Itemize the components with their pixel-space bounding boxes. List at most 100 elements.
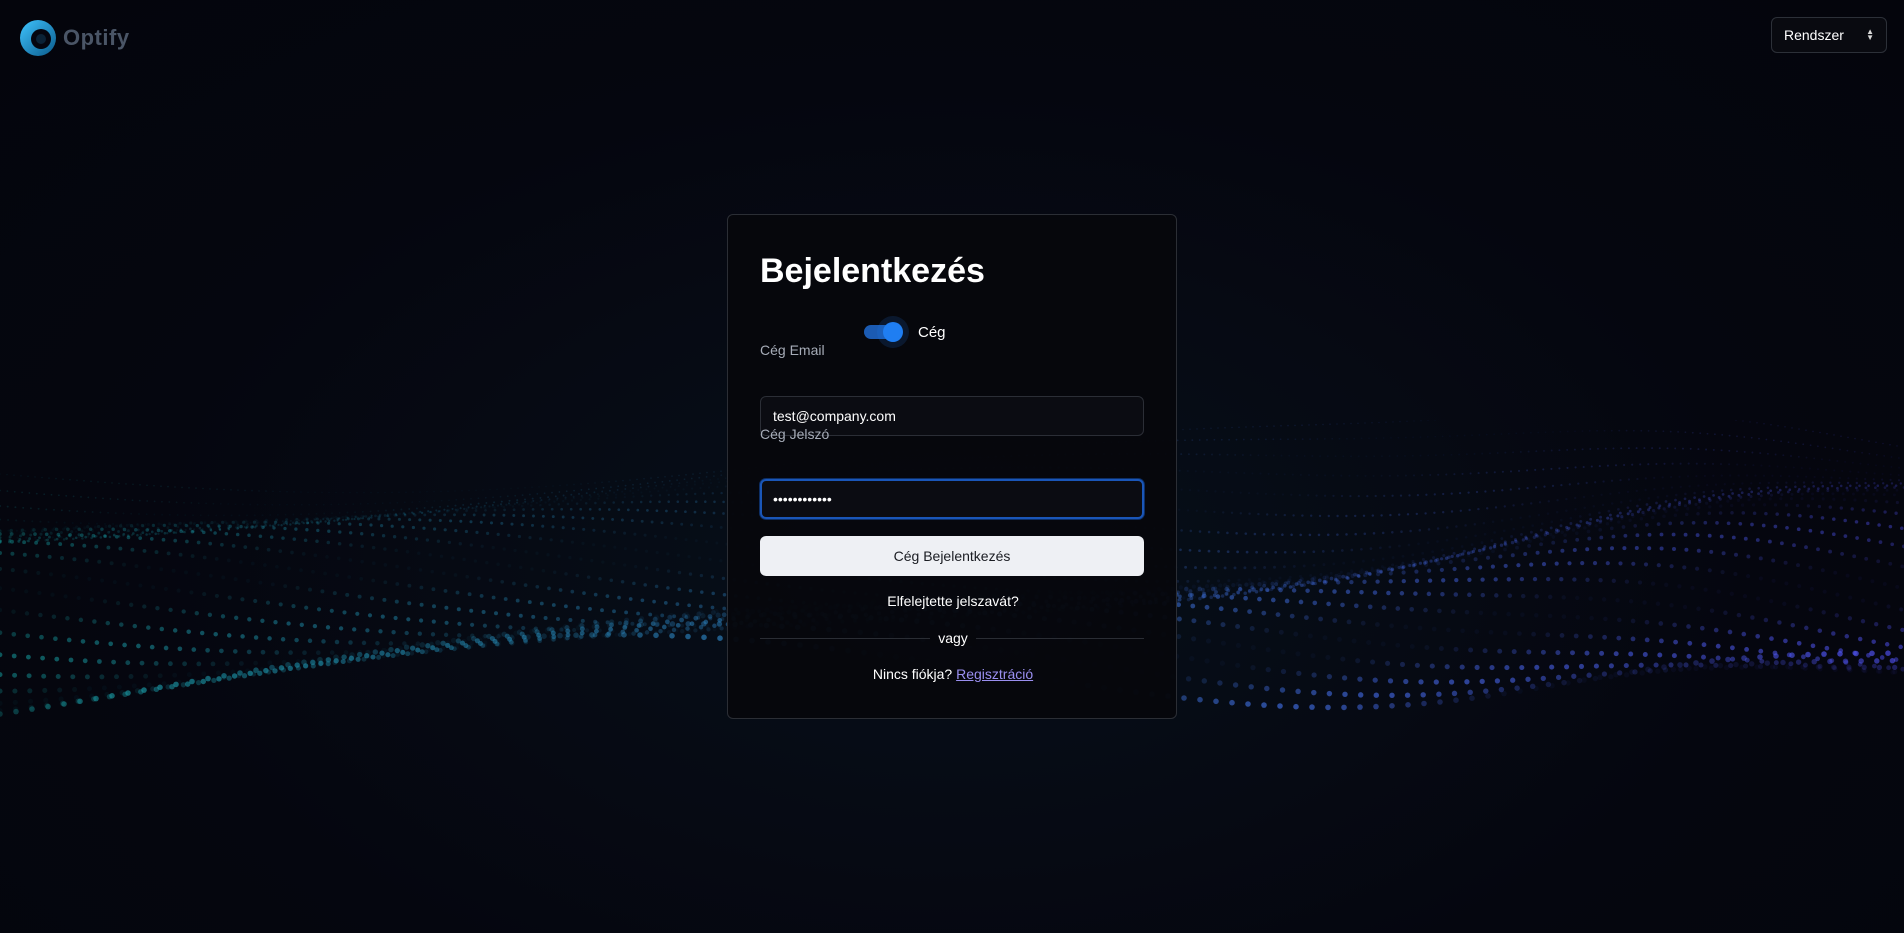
wave-dot xyxy=(601,560,605,564)
wave-dot xyxy=(269,535,274,539)
wave-dot xyxy=(356,651,363,658)
wave-dot xyxy=(346,511,349,514)
wave-dot xyxy=(103,534,107,539)
wave-dot xyxy=(181,486,183,489)
wave-dot xyxy=(97,559,102,564)
wave-dot xyxy=(1559,518,1563,522)
wave-dot xyxy=(323,512,326,515)
wave-dot xyxy=(1437,473,1440,476)
wave-dot xyxy=(274,650,280,655)
wave-dot xyxy=(447,490,449,492)
wave-dot xyxy=(37,590,42,596)
wave-dot xyxy=(1642,512,1646,517)
wave-dot xyxy=(1760,464,1763,467)
wave-dot xyxy=(1244,582,1249,587)
wave-dot xyxy=(1298,493,1301,497)
register-link[interactable]: Regisztráció xyxy=(956,666,1033,682)
wave-dot xyxy=(210,661,216,667)
wave-dot xyxy=(1522,432,1525,434)
wave-dot xyxy=(541,514,545,518)
wave-dot xyxy=(1519,516,1522,520)
wave-dot xyxy=(1715,655,1721,661)
wave-dot xyxy=(1771,558,1776,563)
wave-dot xyxy=(571,515,575,519)
wave-dot xyxy=(655,550,659,555)
wave-dot xyxy=(1821,610,1826,615)
theme-select[interactable]: Rendszer ▲ ▼ xyxy=(1771,17,1887,53)
wave-dot xyxy=(1179,548,1182,552)
wave-dot xyxy=(1449,435,1451,437)
wave-dot xyxy=(1217,427,1219,429)
wave-dot xyxy=(698,604,703,609)
wave-dot xyxy=(1598,511,1601,515)
wave-dot xyxy=(1875,488,1879,492)
wave-dot xyxy=(1821,492,1825,496)
wave-dot xyxy=(109,561,114,566)
wave-dot xyxy=(1629,499,1632,503)
wave-dot xyxy=(76,510,79,513)
wave-dot xyxy=(436,539,441,543)
wave-dot xyxy=(321,491,323,494)
wave-dot xyxy=(676,500,680,503)
wave-dot xyxy=(1253,532,1257,536)
wave-dot xyxy=(1235,438,1238,441)
wave-dot xyxy=(557,503,561,506)
wave-dot xyxy=(1506,577,1511,582)
wave-dot xyxy=(1677,503,1681,507)
wave-dot xyxy=(1366,640,1372,645)
wave-dot xyxy=(547,499,550,502)
wave-dot xyxy=(722,592,727,597)
wave-dot xyxy=(630,621,635,626)
wave-dot xyxy=(496,488,498,490)
wave-dot xyxy=(1521,525,1525,529)
wave-dot xyxy=(1740,491,1744,495)
wave-dot xyxy=(1702,664,1708,670)
login-button[interactable]: Cég Bejelentkezés xyxy=(760,536,1144,576)
wave-dot xyxy=(1766,452,1769,455)
wave-dot xyxy=(1301,438,1304,440)
wave-dot xyxy=(1749,421,1751,423)
wave-dot xyxy=(1777,425,1779,427)
wave-dot xyxy=(1757,654,1763,660)
password-field[interactable] xyxy=(760,479,1144,519)
wave-dot xyxy=(1677,584,1682,589)
wave-dot xyxy=(329,650,335,655)
wave-dot xyxy=(653,632,659,639)
account-type-toggle[interactable] xyxy=(864,321,904,343)
wave-dot xyxy=(21,491,23,494)
wave-dot xyxy=(623,492,626,496)
wave-dot xyxy=(325,657,332,663)
wave-dot xyxy=(1290,493,1293,496)
wave-dot xyxy=(1893,486,1896,489)
wave-dot xyxy=(1800,497,1804,501)
wave-dot xyxy=(1885,484,1889,487)
wave-dot xyxy=(1723,664,1730,671)
wave-dot xyxy=(1323,494,1327,497)
wave-dot xyxy=(1189,529,1193,533)
wave-dot xyxy=(231,544,236,548)
wave-dot xyxy=(1757,486,1760,490)
forgot-password-link[interactable]: Elfelejtette jelszavát? xyxy=(728,593,1178,609)
divider-label: vagy xyxy=(930,630,976,646)
wave-dot xyxy=(1186,579,1190,583)
wave-dot xyxy=(617,595,621,600)
wave-dot xyxy=(36,570,41,575)
wave-dot xyxy=(1736,450,1738,453)
wave-dot xyxy=(1755,538,1760,542)
wave-dot xyxy=(1479,678,1485,685)
wave-dot xyxy=(22,506,25,509)
wave-dot xyxy=(1873,472,1876,475)
wave-dot xyxy=(1759,452,1762,455)
wave-dot xyxy=(1872,663,1877,669)
wave-dot xyxy=(305,528,309,532)
wave-dot xyxy=(547,586,551,591)
wave-dot xyxy=(0,700,3,706)
wave-dot xyxy=(1566,466,1569,469)
wave-dot xyxy=(1784,485,1788,489)
wave-dot xyxy=(1239,491,1242,494)
divider-text: vagy xyxy=(728,630,1178,646)
wave-dot xyxy=(130,547,135,552)
wave-dot xyxy=(1635,489,1639,493)
wave-dot xyxy=(280,524,283,527)
wave-dot xyxy=(1887,624,1892,630)
